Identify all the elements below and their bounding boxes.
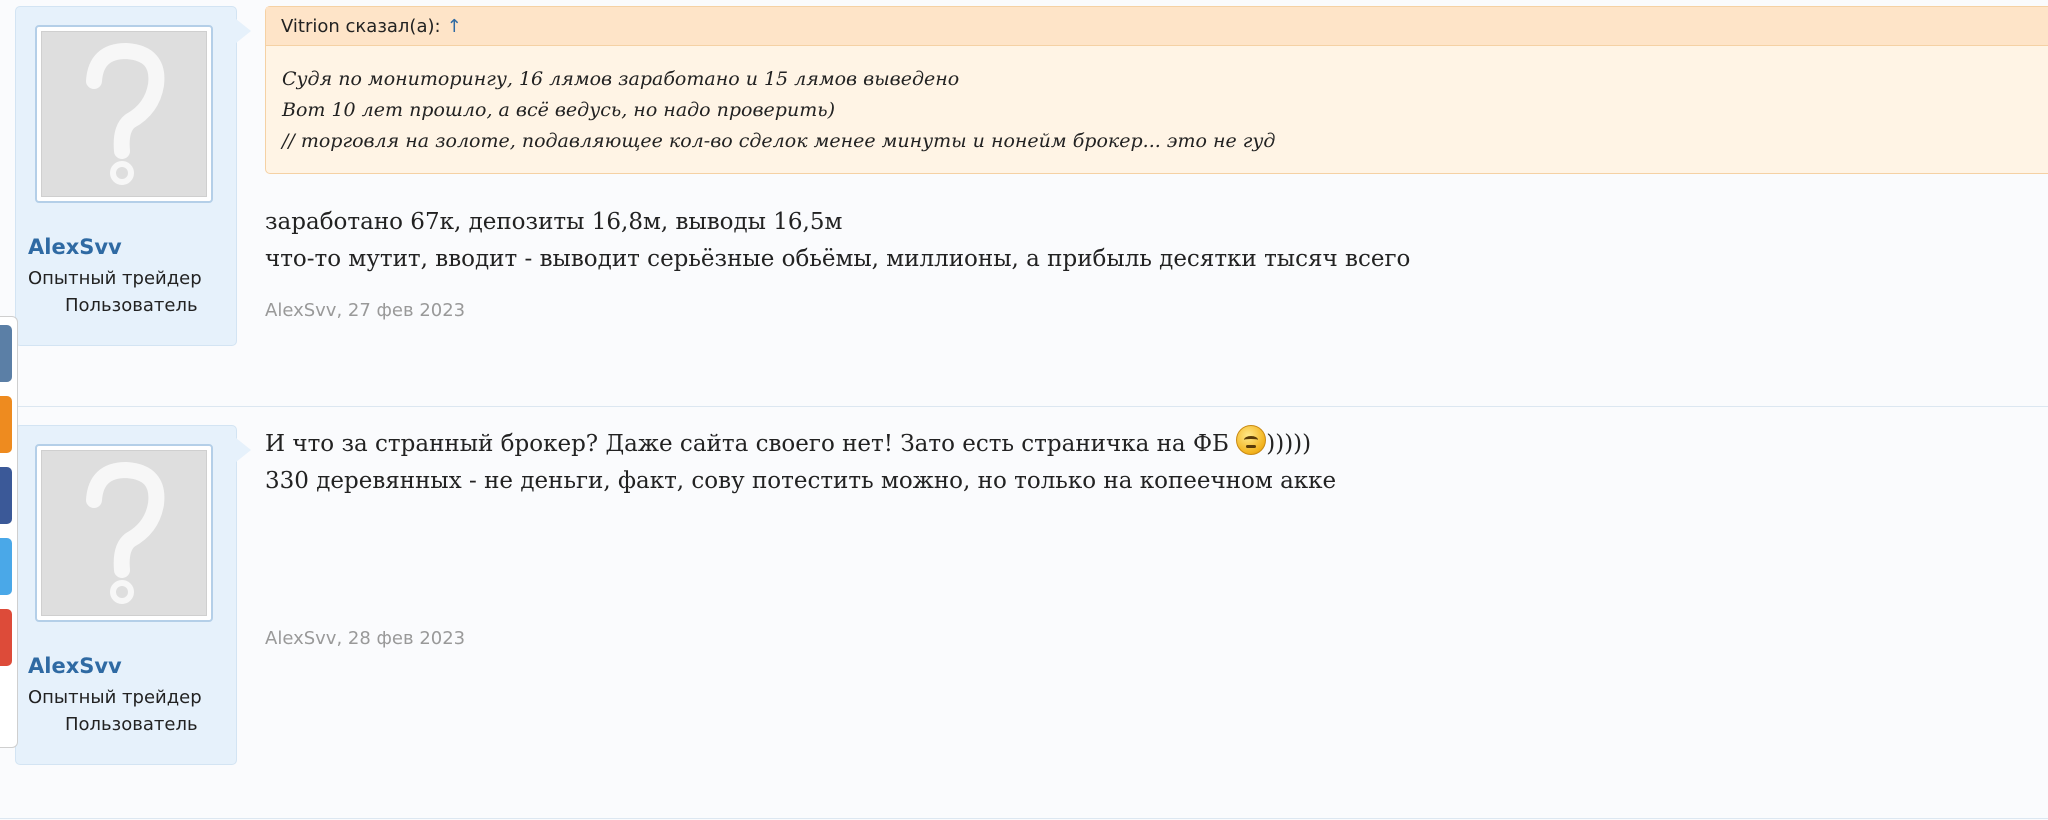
quote-block: Vitrion сказал(а): ↑ Судя по мониторингу… xyxy=(265,6,2048,174)
share-sidebar xyxy=(0,316,18,748)
user-role: Пользователь xyxy=(65,714,198,735)
quote-line: Вот 10 лет прошло, а всё ведусь, но надо… xyxy=(282,99,835,121)
message-body: И что за странный брокер? Даже сайта сво… xyxy=(265,425,1336,500)
user-title: Опытный трейдер xyxy=(28,268,202,289)
post-meta[interactable]: AlexSvv, 27 фев 2023 xyxy=(265,300,465,321)
message-line: что-то мутит, вводит - выводит серьёзные… xyxy=(265,246,1411,272)
share-ok-button[interactable] xyxy=(0,396,12,453)
user-card: AlexSvv Опытный трейдер Пользователь xyxy=(15,6,251,346)
post-1: AlexSvv Опытный трейдер Пользователь Vit… xyxy=(0,0,2048,407)
default-avatar-icon xyxy=(41,31,207,197)
share-vk-button[interactable] xyxy=(0,325,12,382)
smiley-icon xyxy=(1236,425,1267,455)
post-2: AlexSvv Опытный трейдер Пользователь И ч… xyxy=(0,407,2048,820)
user-card: AlexSvv Опытный трейдер Пользователь xyxy=(15,425,251,765)
message-text: ))))) xyxy=(1266,431,1312,457)
quote-header: Vitrion сказал(а): ↑ xyxy=(266,7,2048,46)
quote-author[interactable]: Vitrion сказал(а): xyxy=(281,16,441,37)
username[interactable]: AlexSvv xyxy=(28,654,122,678)
quote-body: Судя по мониторингу, 16 лямов заработано… xyxy=(266,46,2048,157)
message-text: И что за странный брокер? Даже сайта сво… xyxy=(265,431,1237,457)
message-line: 330 деревянных - не деньги, факт, сову п… xyxy=(265,468,1337,494)
message-body: заработано 67к, депозиты 16,8м, выводы 1… xyxy=(265,204,1410,278)
share-google-button[interactable] xyxy=(0,609,12,666)
post-meta[interactable]: AlexSvv, 28 фев 2023 xyxy=(265,628,465,649)
quote-line: // торговля на золоте, подавляющее кол-в… xyxy=(282,130,1276,152)
default-avatar-icon xyxy=(41,450,207,616)
post-divider xyxy=(0,818,2048,819)
message-line: И что за странный брокер? Даже сайта сво… xyxy=(265,425,1336,463)
avatar[interactable] xyxy=(35,25,213,203)
arrow-up-icon[interactable]: ↑ xyxy=(447,16,462,37)
user-title: Опытный трейдер xyxy=(28,687,202,708)
avatar[interactable] xyxy=(35,444,213,622)
quote-line: Судя по мониторингу, 16 лямов заработано… xyxy=(282,68,960,90)
user-role: Пользователь xyxy=(65,295,198,316)
username[interactable]: AlexSvv xyxy=(28,235,122,259)
share-facebook-button[interactable] xyxy=(0,467,12,524)
share-twitter-button[interactable] xyxy=(0,538,12,595)
message-line: заработано 67к, депозиты 16,8м, выводы 1… xyxy=(265,209,843,235)
